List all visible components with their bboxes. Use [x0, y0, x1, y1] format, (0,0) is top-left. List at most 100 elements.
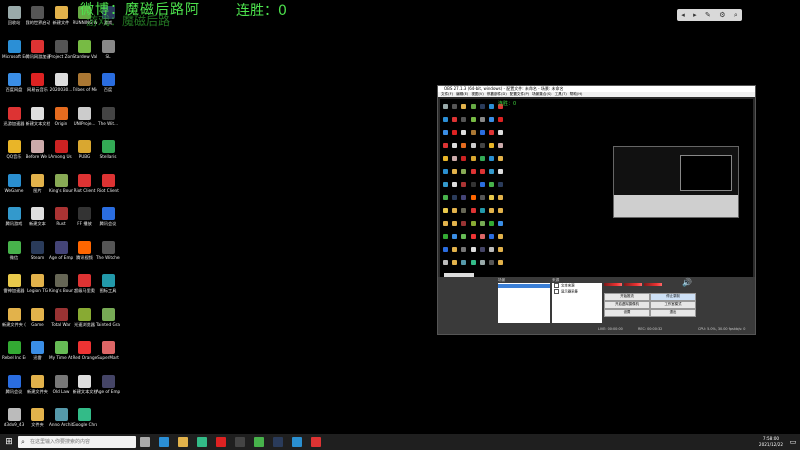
desktop-icon[interactable]: 腾讯视频: [73, 240, 97, 277]
desktop-icon[interactable]: Stardew Valley: [73, 39, 97, 76]
desktop-icon[interactable]: Before We Leave: [26, 140, 50, 176]
toolbar-tool-icon[interactable]: ✎: [705, 9, 711, 21]
desktop-icon[interactable]: Old Law: [49, 374, 73, 411]
visibility-checkbox[interactable]: [554, 288, 559, 294]
obs-taskbar-icon[interactable]: [235, 437, 245, 447]
desktop-icon[interactable]: FF 播放: [73, 207, 97, 243]
obs-control-button[interactable]: 开始推流: [604, 293, 650, 301]
desktop-icon[interactable]: 腾讯会议: [96, 207, 120, 243]
desktop-icon[interactable]: King's Bounty: [49, 274, 73, 310]
desktop-icon[interactable]: 图片: [26, 173, 50, 210]
obs-menu-item[interactable]: 配置文件(P): [510, 92, 529, 96]
obs-menu-item[interactable]: 工具(T): [555, 92, 567, 96]
desktop-icon[interactable]: 雷神加速器: [2, 274, 26, 310]
obs-control-button[interactable]: 工作室模式: [650, 301, 696, 309]
desktop-icon[interactable]: SL: [96, 39, 120, 76]
obs-menu-item[interactable]: 停靠部件(D): [487, 92, 507, 96]
desktop-icon[interactable]: 图标工具: [96, 274, 120, 310]
desktop-icon[interactable]: Riot Client: [73, 173, 97, 210]
obs-menu-item[interactable]: 编辑(E): [456, 92, 468, 96]
desktop-icon[interactable]: PUBG: [73, 140, 97, 176]
desktop-icon[interactable]: Project Zomboid: [49, 39, 73, 76]
edge-taskbar-icon[interactable]: [159, 437, 169, 447]
desktop-icon[interactable]: Among Us: [49, 140, 73, 176]
visibility-checkbox[interactable]: [554, 283, 559, 288]
speaker-icon[interactable]: 🔊: [682, 279, 692, 287]
desktop-icon[interactable]: 新建文本文档: [26, 106, 50, 143]
desktop-icon[interactable]: The Wit...: [96, 106, 120, 143]
desktop-icon[interactable]: Rust: [49, 207, 73, 243]
obs-menu-item[interactable]: 场景集合(S): [532, 92, 551, 96]
desktop-icon[interactable]: Tribes of Midgard: [73, 73, 97, 109]
desktop-icon[interactable]: Legion TG: [26, 274, 50, 310]
desktop-icon[interactable]: Stellaris: [96, 140, 120, 176]
desktop-icon[interactable]: 新建文件夹: [26, 374, 50, 411]
desktop-icon[interactable]: 超级马里奥: [73, 274, 97, 310]
desktop-icon[interactable]: Tainted Grail: [96, 307, 120, 344]
desktop-icon[interactable]: 腾讯网游加速器: [26, 39, 50, 76]
obs-control-button[interactable]: 设置: [604, 309, 650, 317]
obs-control-button[interactable]: 开启虚拟摄像机: [604, 301, 650, 309]
music-taskbar-icon[interactable]: [311, 437, 321, 447]
obs-preview[interactable]: 连胜：0: [440, 99, 753, 277]
wechat-taskbar-icon[interactable]: [254, 437, 264, 447]
desktop-icon[interactable]: 新建文件夹 (2): [2, 307, 26, 344]
desktop-icon[interactable]: King's Bounty II: [49, 173, 73, 210]
desktop-icon[interactable]: 腾讯会议: [2, 374, 26, 411]
scene-item[interactable]: [498, 284, 550, 288]
desktop-icon[interactable]: 我的世界启动器: [26, 6, 50, 42]
desktop-icon[interactable]: Origin: [49, 106, 73, 143]
windows-start-icon[interactable]: ⊞: [2, 436, 16, 448]
desktop-icon[interactable]: 迅游加速器: [2, 106, 26, 143]
obs-menu-item[interactable]: 帮助(H): [570, 92, 583, 96]
source-list[interactable]: 文本来源 显示器采集: [552, 283, 602, 323]
desktop-icon[interactable]: Age of Empires: [49, 240, 73, 277]
scene-list[interactable]: [498, 283, 550, 323]
explorer-taskbar-icon[interactable]: [178, 437, 188, 447]
source-item[interactable]: 显示器采集: [552, 288, 602, 295]
desktop-icon[interactable]: 新建文件: [49, 6, 73, 42]
desktop-icon[interactable]: My Time At Portia: [49, 341, 73, 377]
obs-menu-bar[interactable]: 文件(F) 编辑(E) 视图(V) 停靠部件(D) 配置文件(P) 场景集合(S) 工具(T…: [438, 92, 755, 97]
desktop-icon[interactable]: Rebel Inc Escalation: [2, 341, 26, 377]
desktop-icon[interactable]: Total War: [49, 307, 73, 344]
desktop-icon[interactable]: 腾讯游戏: [2, 207, 26, 243]
notification-icon[interactable]: ▭: [788, 437, 798, 447]
scenes-tab[interactable]: [444, 273, 474, 277]
desktop-icon[interactable]: 光速浏览器: [73, 307, 97, 344]
obs-window[interactable]: OBS 27.1.3 (64-bit, windows) - 配置文件: 未命名…: [437, 85, 756, 335]
desktop-icon[interactable]: 百度网盘: [2, 73, 26, 109]
desktop-icon[interactable]: QQ音乐: [2, 140, 26, 176]
obs-menu-item[interactable]: 视图(V): [471, 92, 483, 96]
obs-menu-item[interactable]: 文件(F): [441, 92, 453, 96]
search-input[interactable]: [30, 436, 134, 448]
desktop-icon[interactable]: Riot Client: [96, 173, 120, 210]
desktop-icon[interactable]: 微信: [2, 240, 26, 277]
desktop-icon[interactable]: 2020030...: [49, 73, 73, 109]
taskbar-search[interactable]: ⌕: [18, 436, 136, 448]
desktop-icon[interactable]: 回收站: [2, 6, 26, 42]
audio-mixer[interactable]: [604, 279, 664, 293]
desktop-icon[interactable]: Game: [26, 307, 50, 344]
desktop-icon[interactable]: 百度: [96, 73, 120, 109]
desktop-icon[interactable]: The Witcher: [96, 240, 120, 277]
chrome-taskbar-icon[interactable]: [197, 437, 207, 447]
desktop-icon[interactable]: Microsoft Edge: [2, 39, 26, 76]
desktop-icon[interactable]: Steam: [26, 240, 50, 277]
steam-taskbar-icon[interactable]: [273, 437, 283, 447]
desktop-icon[interactable]: UNIProje...: [73, 106, 97, 143]
task-view-taskbar-icon[interactable]: [140, 437, 150, 447]
obs-control-button[interactable]: 退出: [650, 309, 696, 317]
obs-control-button[interactable]: 停止录制: [650, 293, 696, 301]
desktop-icon[interactable]: 迅雷: [26, 341, 50, 377]
toolbar-tool-icon[interactable]: ⌕: [734, 9, 738, 21]
desktop-icon[interactable]: WeGame: [2, 173, 26, 210]
toolbar-tool-icon[interactable]: ⚙: [719, 9, 725, 21]
desktop-icon[interactable]: 新建文本: [26, 207, 50, 243]
floating-toolbar[interactable]: ◂ ▸ ✎ ⚙ ⌕: [677, 9, 742, 21]
desktop-icon[interactable]: 网易云音乐: [26, 73, 50, 109]
desktop-icon[interactable]: Red Orange: [73, 341, 97, 377]
system-clock[interactable]: 7:58:00 2021/12/22: [756, 436, 786, 448]
desktop-icon[interactable]: SuperMart: [96, 341, 120, 377]
desktop-icon[interactable]: Age of Empires IV: [96, 374, 120, 411]
